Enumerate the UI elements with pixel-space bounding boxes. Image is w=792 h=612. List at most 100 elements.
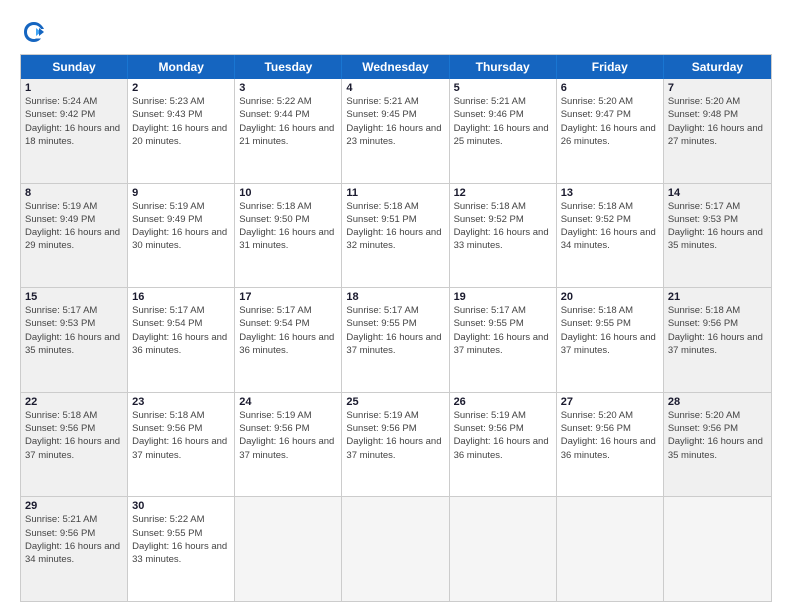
- day-cell-1: 1Sunrise: 5:24 AMSunset: 9:42 PMDaylight…: [21, 79, 128, 183]
- day-cell-2: 2Sunrise: 5:23 AMSunset: 9:43 PMDaylight…: [128, 79, 235, 183]
- calendar-week-1: 1Sunrise: 5:24 AMSunset: 9:42 PMDaylight…: [21, 79, 771, 183]
- day-detail: Sunrise: 5:18 AMSunset: 9:56 PMDaylight:…: [668, 304, 767, 357]
- day-cell-10: 10Sunrise: 5:18 AMSunset: 9:50 PMDayligh…: [235, 184, 342, 288]
- day-number: 22: [25, 396, 123, 408]
- day-number: 21: [668, 291, 767, 303]
- header-day-friday: Friday: [557, 55, 664, 79]
- day-number: 9: [132, 187, 230, 199]
- day-cell-6: 6Sunrise: 5:20 AMSunset: 9:47 PMDaylight…: [557, 79, 664, 183]
- day-detail: Sunrise: 5:23 AMSunset: 9:43 PMDaylight:…: [132, 95, 230, 148]
- day-number: 19: [454, 291, 552, 303]
- day-detail: Sunrise: 5:17 AMSunset: 9:55 PMDaylight:…: [346, 304, 444, 357]
- header-day-thursday: Thursday: [450, 55, 557, 79]
- day-cell-11: 11Sunrise: 5:18 AMSunset: 9:51 PMDayligh…: [342, 184, 449, 288]
- day-cell-20: 20Sunrise: 5:18 AMSunset: 9:55 PMDayligh…: [557, 288, 664, 392]
- calendar: SundayMondayTuesdayWednesdayThursdayFrid…: [20, 54, 772, 602]
- day-number: 20: [561, 291, 659, 303]
- day-cell-26: 26Sunrise: 5:19 AMSunset: 9:56 PMDayligh…: [450, 393, 557, 497]
- day-cell-29: 29Sunrise: 5:21 AMSunset: 9:56 PMDayligh…: [21, 497, 128, 601]
- day-number: 26: [454, 396, 552, 408]
- day-detail: Sunrise: 5:19 AMSunset: 9:56 PMDaylight:…: [454, 409, 552, 462]
- day-number: 13: [561, 187, 659, 199]
- day-number: 27: [561, 396, 659, 408]
- day-detail: Sunrise: 5:17 AMSunset: 9:54 PMDaylight:…: [239, 304, 337, 357]
- day-detail: Sunrise: 5:20 AMSunset: 9:47 PMDaylight:…: [561, 95, 659, 148]
- empty-cell: [557, 497, 664, 601]
- day-detail: Sunrise: 5:21 AMSunset: 9:56 PMDaylight:…: [25, 513, 123, 566]
- day-detail: Sunrise: 5:22 AMSunset: 9:44 PMDaylight:…: [239, 95, 337, 148]
- day-cell-5: 5Sunrise: 5:21 AMSunset: 9:46 PMDaylight…: [450, 79, 557, 183]
- logo-icon: [20, 18, 48, 46]
- day-detail: Sunrise: 5:18 AMSunset: 9:56 PMDaylight:…: [132, 409, 230, 462]
- day-detail: Sunrise: 5:17 AMSunset: 9:55 PMDaylight:…: [454, 304, 552, 357]
- day-detail: Sunrise: 5:19 AMSunset: 9:49 PMDaylight:…: [132, 200, 230, 253]
- day-number: 28: [668, 396, 767, 408]
- day-cell-4: 4Sunrise: 5:21 AMSunset: 9:45 PMDaylight…: [342, 79, 449, 183]
- day-detail: Sunrise: 5:19 AMSunset: 9:49 PMDaylight:…: [25, 200, 123, 253]
- header-day-saturday: Saturday: [664, 55, 771, 79]
- day-detail: Sunrise: 5:22 AMSunset: 9:55 PMDaylight:…: [132, 513, 230, 566]
- empty-cell: [450, 497, 557, 601]
- day-cell-7: 7Sunrise: 5:20 AMSunset: 9:48 PMDaylight…: [664, 79, 771, 183]
- day-detail: Sunrise: 5:17 AMSunset: 9:53 PMDaylight:…: [668, 200, 767, 253]
- day-number: 11: [346, 187, 444, 199]
- day-number: 14: [668, 187, 767, 199]
- day-cell-13: 13Sunrise: 5:18 AMSunset: 9:52 PMDayligh…: [557, 184, 664, 288]
- day-detail: Sunrise: 5:20 AMSunset: 9:56 PMDaylight:…: [561, 409, 659, 462]
- day-number: 25: [346, 396, 444, 408]
- day-cell-14: 14Sunrise: 5:17 AMSunset: 9:53 PMDayligh…: [664, 184, 771, 288]
- calendar-week-2: 8Sunrise: 5:19 AMSunset: 9:49 PMDaylight…: [21, 183, 771, 288]
- day-cell-12: 12Sunrise: 5:18 AMSunset: 9:52 PMDayligh…: [450, 184, 557, 288]
- day-number: 12: [454, 187, 552, 199]
- day-detail: Sunrise: 5:18 AMSunset: 9:52 PMDaylight:…: [454, 200, 552, 253]
- day-cell-15: 15Sunrise: 5:17 AMSunset: 9:53 PMDayligh…: [21, 288, 128, 392]
- day-number: 17: [239, 291, 337, 303]
- day-cell-24: 24Sunrise: 5:19 AMSunset: 9:56 PMDayligh…: [235, 393, 342, 497]
- day-detail: Sunrise: 5:18 AMSunset: 9:56 PMDaylight:…: [25, 409, 123, 462]
- header-day-monday: Monday: [128, 55, 235, 79]
- day-cell-9: 9Sunrise: 5:19 AMSunset: 9:49 PMDaylight…: [128, 184, 235, 288]
- day-detail: Sunrise: 5:17 AMSunset: 9:53 PMDaylight:…: [25, 304, 123, 357]
- day-number: 29: [25, 500, 123, 512]
- day-detail: Sunrise: 5:18 AMSunset: 9:52 PMDaylight:…: [561, 200, 659, 253]
- day-detail: Sunrise: 5:18 AMSunset: 9:50 PMDaylight:…: [239, 200, 337, 253]
- day-detail: Sunrise: 5:18 AMSunset: 9:51 PMDaylight:…: [346, 200, 444, 253]
- day-number: 2: [132, 82, 230, 94]
- calendar-week-5: 29Sunrise: 5:21 AMSunset: 9:56 PMDayligh…: [21, 496, 771, 601]
- day-number: 16: [132, 291, 230, 303]
- day-number: 23: [132, 396, 230, 408]
- page-header: [20, 18, 772, 46]
- day-cell-8: 8Sunrise: 5:19 AMSunset: 9:49 PMDaylight…: [21, 184, 128, 288]
- empty-cell: [235, 497, 342, 601]
- day-number: 24: [239, 396, 337, 408]
- day-number: 18: [346, 291, 444, 303]
- day-detail: Sunrise: 5:21 AMSunset: 9:45 PMDaylight:…: [346, 95, 444, 148]
- empty-cell: [342, 497, 449, 601]
- day-cell-16: 16Sunrise: 5:17 AMSunset: 9:54 PMDayligh…: [128, 288, 235, 392]
- day-detail: Sunrise: 5:19 AMSunset: 9:56 PMDaylight:…: [239, 409, 337, 462]
- day-detail: Sunrise: 5:24 AMSunset: 9:42 PMDaylight:…: [25, 95, 123, 148]
- calendar-body: 1Sunrise: 5:24 AMSunset: 9:42 PMDaylight…: [21, 79, 771, 601]
- day-cell-18: 18Sunrise: 5:17 AMSunset: 9:55 PMDayligh…: [342, 288, 449, 392]
- day-number: 5: [454, 82, 552, 94]
- day-cell-25: 25Sunrise: 5:19 AMSunset: 9:56 PMDayligh…: [342, 393, 449, 497]
- logo: [20, 18, 54, 46]
- day-number: 10: [239, 187, 337, 199]
- day-cell-30: 30Sunrise: 5:22 AMSunset: 9:55 PMDayligh…: [128, 497, 235, 601]
- calendar-header: SundayMondayTuesdayWednesdayThursdayFrid…: [21, 55, 771, 79]
- header-day-sunday: Sunday: [21, 55, 128, 79]
- day-cell-28: 28Sunrise: 5:20 AMSunset: 9:56 PMDayligh…: [664, 393, 771, 497]
- day-detail: Sunrise: 5:21 AMSunset: 9:46 PMDaylight:…: [454, 95, 552, 148]
- day-detail: Sunrise: 5:17 AMSunset: 9:54 PMDaylight:…: [132, 304, 230, 357]
- day-number: 3: [239, 82, 337, 94]
- day-cell-21: 21Sunrise: 5:18 AMSunset: 9:56 PMDayligh…: [664, 288, 771, 392]
- calendar-week-4: 22Sunrise: 5:18 AMSunset: 9:56 PMDayligh…: [21, 392, 771, 497]
- day-detail: Sunrise: 5:20 AMSunset: 9:56 PMDaylight:…: [668, 409, 767, 462]
- day-number: 7: [668, 82, 767, 94]
- day-cell-17: 17Sunrise: 5:17 AMSunset: 9:54 PMDayligh…: [235, 288, 342, 392]
- empty-cell: [664, 497, 771, 601]
- day-number: 15: [25, 291, 123, 303]
- calendar-week-3: 15Sunrise: 5:17 AMSunset: 9:53 PMDayligh…: [21, 287, 771, 392]
- header-day-wednesday: Wednesday: [342, 55, 449, 79]
- day-number: 30: [132, 500, 230, 512]
